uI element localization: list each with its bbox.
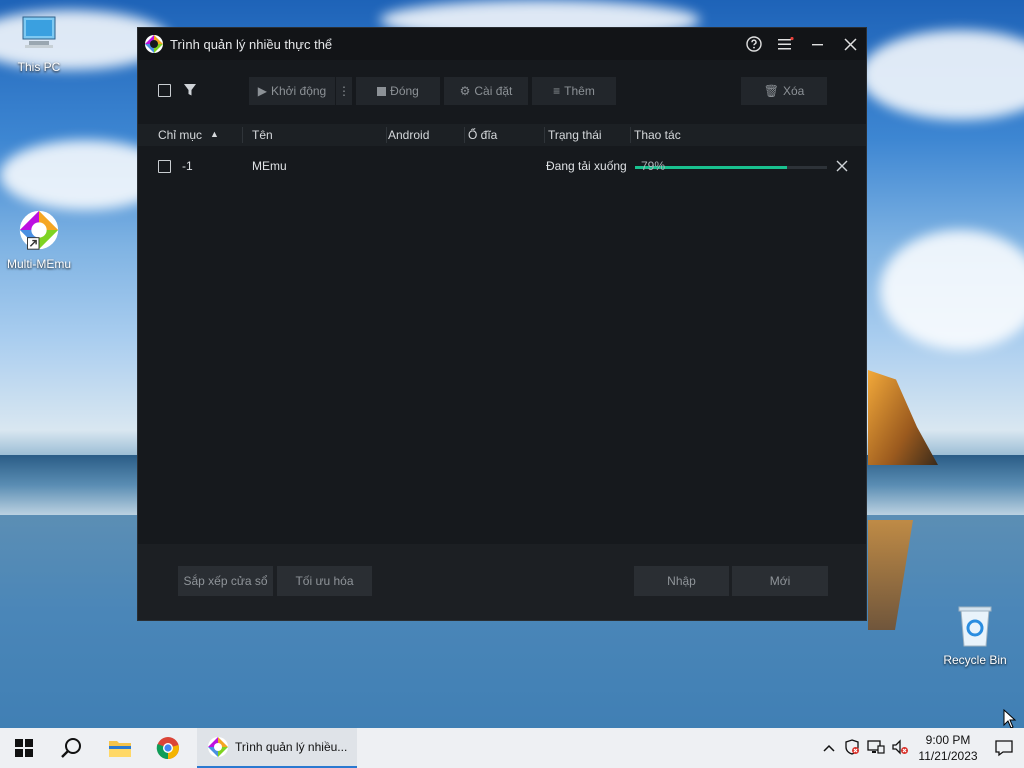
table-header: Chỉ mục ▲ Tên Android Ổ đĩa Trạng thái T… <box>138 124 866 146</box>
app-logo-icon <box>145 35 163 53</box>
new-instance-label: Mới <box>769 574 791 588</box>
stop-label: Đóng <box>390 84 419 98</box>
download-progress-label: 79% <box>641 159 666 173</box>
shield-warning-icon <box>845 738 859 755</box>
folder-icon <box>109 741 131 757</box>
recycle-bin-icon <box>952 603 998 649</box>
start-menu-button[interactable] <box>0 728 48 768</box>
volume-muted-icon <box>892 738 908 755</box>
list-icon: ≡ <box>553 84 561 98</box>
menu-button[interactable] <box>770 28 802 60</box>
column-header-actions: Thao tác <box>634 128 681 142</box>
filter-button[interactable] <box>183 83 197 97</box>
cancel-download-button[interactable] <box>836 160 850 174</box>
start-button[interactable]: ▶ Khởi động <box>249 77 335 105</box>
start-label: Khởi động <box>270 84 327 98</box>
arrange-windows-button[interactable]: Sắp xếp cửa sổ <box>178 566 273 596</box>
help-icon <box>746 36 762 52</box>
multi-instance-manager-window: Trình quản lý nhiều thực thể ▶ Khởi động… <box>137 27 867 621</box>
show-hidden-icons-button[interactable] <box>818 741 840 755</box>
volume-tray-button[interactable] <box>888 738 912 758</box>
trash-icon: 🗑 <box>763 84 779 98</box>
close-icon <box>843 37 857 51</box>
multi-memu-icon <box>208 737 228 757</box>
desktop-icon-label: Recycle Bin <box>943 653 1007 667</box>
settings-button[interactable]: ⚙ Cài đặt <box>444 77 528 105</box>
minimize-icon <box>812 44 823 46</box>
more-button[interactable]: ≡ Thêm <box>532 77 616 105</box>
column-header-disk[interactable]: Ổ đĩa <box>468 128 497 142</box>
table-row[interactable]: -1 MEmu Đang tải xuống 79% <box>138 156 866 178</box>
recycle-bin-icon-wrap[interactable]: Recycle Bin <box>937 603 1013 667</box>
hamburger-menu-icon <box>778 37 794 50</box>
optimize-label: Tối ưu hóa <box>295 574 354 588</box>
row-index: -1 <box>182 159 193 173</box>
delete-label: Xóa <box>782 84 805 98</box>
file-explorer-button[interactable] <box>96 728 144 768</box>
title-bar: Trình quản lý nhiều thực thể <box>138 28 866 60</box>
minimize-button[interactable] <box>802 28 834 60</box>
column-header-status[interactable]: Trạng thái <box>548 128 602 142</box>
row-name: MEmu <box>252 159 287 173</box>
taskbar-app-multi-memu[interactable]: Trình quản lý nhiều... <box>197 728 357 768</box>
delete-button[interactable]: 🗑 Xóa <box>741 77 827 105</box>
notification-icon <box>995 740 1013 757</box>
taskbar-app-label: Trình quản lý nhiều... <box>235 740 348 754</box>
clock-time: 9:00 PM <box>925 733 971 747</box>
more-label: Thêm <box>564 84 595 98</box>
chrome-icon <box>156 737 179 760</box>
desktop-icon-label: Multi-MEmu <box>6 257 71 271</box>
notifications-button[interactable] <box>984 739 1024 757</box>
play-icon: ▶ <box>257 84 267 98</box>
this-pc-icon[interactable]: This PC <box>1 10 77 74</box>
start-options-button[interactable]: ⋮ <box>336 77 352 105</box>
filter-icon <box>184 84 196 96</box>
computer-icon <box>16 10 62 56</box>
network-icon <box>867 739 885 754</box>
network-tray-button[interactable] <box>864 739 888 758</box>
desktop-icon-label: This PC <box>17 60 61 74</box>
help-button[interactable] <box>738 28 770 60</box>
row-status: Đang tải xuống <box>546 159 627 173</box>
import-label: Nhập <box>667 574 696 588</box>
multi-memu-shortcut[interactable]: Multi-MEmu <box>1 207 77 271</box>
security-tray-button[interactable] <box>840 738 864 758</box>
arrange-windows-label: Sắp xếp cửa sổ <box>183 574 268 588</box>
chevron-up-icon <box>823 744 835 752</box>
clock-date: 11/21/2023 <box>918 749 978 763</box>
column-header-android[interactable]: Android <box>388 128 429 142</box>
select-all-checkbox[interactable] <box>158 84 171 97</box>
close-icon <box>836 160 848 172</box>
footer-bar: Sắp xếp cửa sổ Tối ưu hóa Nhập Mới <box>138 544 866 620</box>
optimize-button[interactable]: Tối ưu hóa <box>277 566 372 596</box>
window-title: Trình quản lý nhiều thực thể <box>170 36 333 52</box>
multi-memu-icon <box>16 207 62 253</box>
clock[interactable]: 9:00 PM 11/21/2023 <box>912 732 984 764</box>
taskbar: Trình quản lý nhiều... 9:00 PM 11/21/202… <box>0 728 1024 768</box>
search-button[interactable] <box>48 728 96 768</box>
row-checkbox[interactable] <box>158 160 171 173</box>
gear-icon: ⚙ <box>459 84 471 98</box>
new-instance-button[interactable]: Mới <box>732 566 828 596</box>
stop-button[interactable]: Đóng <box>356 77 440 105</box>
settings-label: Cài đặt <box>474 84 513 98</box>
stop-icon <box>377 86 387 96</box>
mouse-cursor-icon <box>1003 709 1017 729</box>
system-tray: 9:00 PM 11/21/2023 <box>818 728 1024 768</box>
windows-logo-icon <box>15 739 33 757</box>
column-header-index[interactable]: Chỉ mục <box>158 128 202 142</box>
sort-ascending-icon[interactable]: ▲ <box>210 129 219 139</box>
chrome-button[interactable] <box>144 728 192 768</box>
import-button[interactable]: Nhập <box>634 566 729 596</box>
more-vertical-icon: ⋮ <box>338 84 350 98</box>
search-icon <box>61 738 81 758</box>
column-header-name[interactable]: Tên <box>252 128 273 142</box>
close-window-button[interactable] <box>834 28 866 60</box>
